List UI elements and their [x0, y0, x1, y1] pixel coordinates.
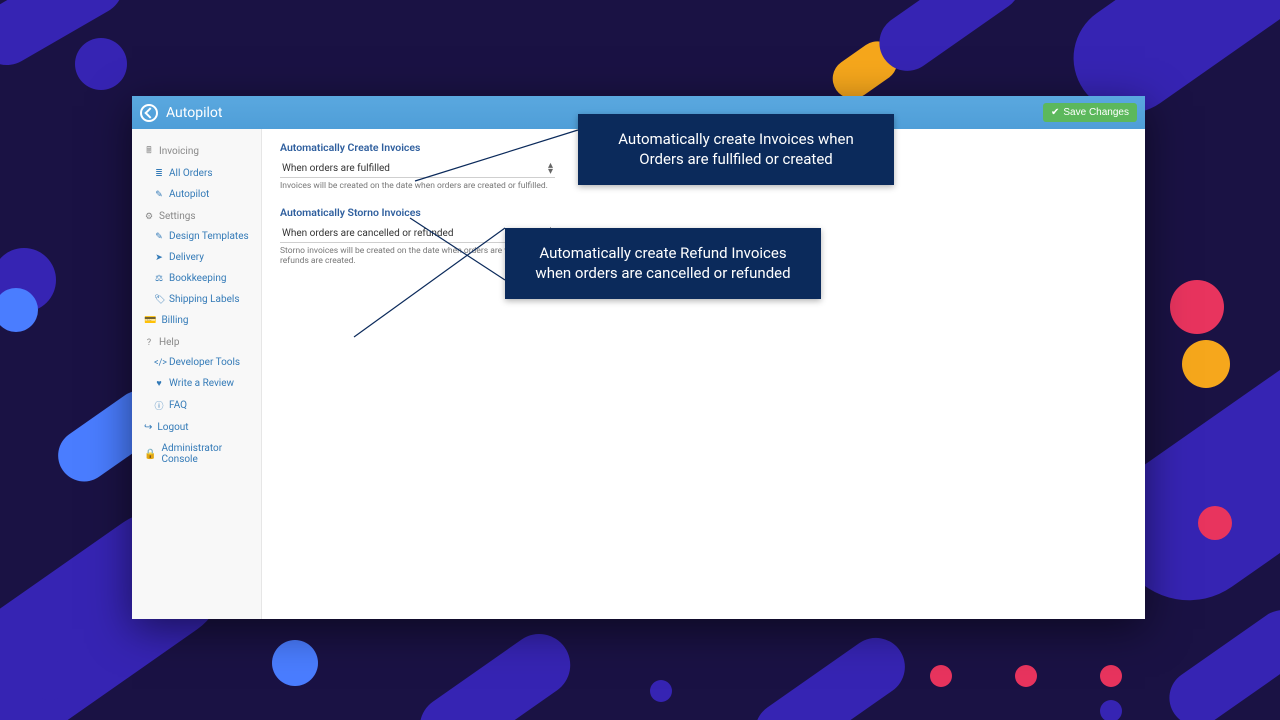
- back-icon[interactable]: [140, 104, 158, 122]
- sidebar-item-label: Administrator Console: [161, 443, 251, 465]
- save-button[interactable]: ✔ Save Changes: [1043, 103, 1137, 122]
- check-icon: ✔: [1051, 107, 1059, 118]
- card-icon: 💳: [144, 315, 156, 326]
- page-title: Autopilot: [166, 105, 222, 121]
- bg-blob: [744, 626, 917, 720]
- help-text-storno: Storno invoices will be created on the d…: [280, 246, 610, 267]
- bg-blob: [1182, 340, 1230, 388]
- nav-group-help: ? Help: [132, 331, 261, 352]
- magic-icon: ✎: [154, 190, 164, 200]
- bg-blob: [272, 640, 318, 686]
- help-text-create: Invoices will be created on the date whe…: [280, 181, 610, 192]
- sidebar-item-label: Developer Tools: [169, 357, 240, 368]
- logout-icon: ↪: [144, 422, 152, 433]
- main-content: Automatically Create Invoices When order…: [262, 129, 1145, 619]
- sidebar: 🖩 Invoicing ≣ All Orders ✎ Autopilot ⚙ S…: [132, 129, 262, 619]
- select-storno-invoices[interactable]: When orders are cancelled or refunded ▴▾: [280, 225, 555, 243]
- bg-blob: [0, 288, 38, 332]
- bg-blob: [30, 660, 70, 700]
- sidebar-item-label: Shipping Labels: [169, 294, 240, 305]
- sidebar-item-bookkeeping[interactable]: ⚖ Bookkeeping: [132, 268, 261, 289]
- sidebar-item-faq[interactable]: ⓘ FAQ: [132, 394, 261, 417]
- sidebar-item-label: Write a Review: [169, 378, 234, 389]
- lock-icon: 🔒: [144, 449, 156, 460]
- bg-blob: [1015, 665, 1037, 687]
- sidebar-item-dev-tools[interactable]: </> Developer Tools: [132, 352, 261, 373]
- question-icon: ?: [144, 338, 154, 348]
- sidebar-item-label: All Orders: [169, 168, 213, 179]
- bg-blob: [1170, 280, 1224, 334]
- nav-group-label: Settings: [159, 211, 196, 222]
- select-value: When orders are cancelled or refunded: [282, 228, 453, 239]
- sidebar-item-logout[interactable]: ↪ Logout: [132, 417, 261, 438]
- sidebar-item-label: Billing: [161, 315, 188, 326]
- sidebar-item-label: FAQ: [169, 400, 187, 411]
- sidebar-item-autopilot[interactable]: ✎ Autopilot: [132, 184, 261, 205]
- list-icon: ≣: [154, 169, 164, 179]
- send-icon: ➤: [154, 253, 164, 263]
- balance-icon: ⚖: [154, 274, 164, 284]
- gear-icon: ⚙: [144, 212, 154, 222]
- bg-blob: [75, 38, 127, 90]
- bg-blob: [1158, 599, 1280, 720]
- sidebar-item-label: Logout: [157, 422, 188, 433]
- sidebar-item-design-templates[interactable]: ✎ Design Templates: [132, 226, 261, 247]
- select-create-invoices[interactable]: When orders are fulfilled ▴▾: [280, 160, 555, 178]
- chevron-updown-icon: ▴▾: [548, 227, 553, 239]
- sidebar-item-admin-console[interactable]: 🔒 Administrator Console: [132, 438, 261, 470]
- sidebar-item-label: Autopilot: [169, 189, 209, 200]
- sidebar-item-shipping-labels[interactable]: 🏷 Shipping Labels: [132, 289, 261, 310]
- info-icon: ⓘ: [154, 399, 164, 412]
- nav-group-settings: ⚙ Settings: [132, 205, 261, 226]
- sidebar-item-label: Delivery: [169, 252, 204, 263]
- sidebar-item-delivery[interactable]: ➤ Delivery: [132, 247, 261, 268]
- bg-blob: [1100, 665, 1122, 687]
- nav-group-label: Help: [159, 337, 179, 348]
- calculator-icon: 🖩: [144, 143, 154, 159]
- sidebar-item-billing[interactable]: 💳 Billing: [132, 310, 261, 331]
- sidebar-item-label: Bookkeeping: [169, 273, 226, 284]
- sidebar-item-all-orders[interactable]: ≣ All Orders: [132, 163, 261, 184]
- app-window: Autopilot ✔ Save Changes 🖩 Invoicing ≣ A…: [132, 96, 1145, 619]
- bg-blob: [1100, 700, 1122, 720]
- tag-icon: 🏷: [154, 295, 164, 305]
- chevron-updown-icon: ▴▾: [548, 163, 553, 175]
- bg-blob: [650, 680, 672, 702]
- sidebar-item-label: Design Templates: [169, 231, 249, 242]
- bg-blob: [930, 665, 952, 687]
- select-value: When orders are fulfilled: [282, 163, 390, 174]
- nav-group-label: Invoicing: [159, 146, 199, 157]
- bg-blob: [1198, 506, 1232, 540]
- code-icon: </>: [154, 358, 164, 368]
- heart-icon: ♥: [154, 378, 164, 389]
- section-title-storno: Automatically Storno Invoices: [280, 206, 1127, 219]
- nav-group-invoicing: 🖩 Invoicing: [132, 137, 261, 163]
- app-header: Autopilot ✔ Save Changes: [132, 96, 1145, 129]
- section-title-create: Automatically Create Invoices: [280, 141, 1127, 154]
- sidebar-item-write-review[interactable]: ♥ Write a Review: [132, 373, 261, 394]
- save-button-label: Save Changes: [1063, 107, 1129, 118]
- pencil-icon: ✎: [154, 232, 164, 242]
- bg-blob: [408, 622, 583, 720]
